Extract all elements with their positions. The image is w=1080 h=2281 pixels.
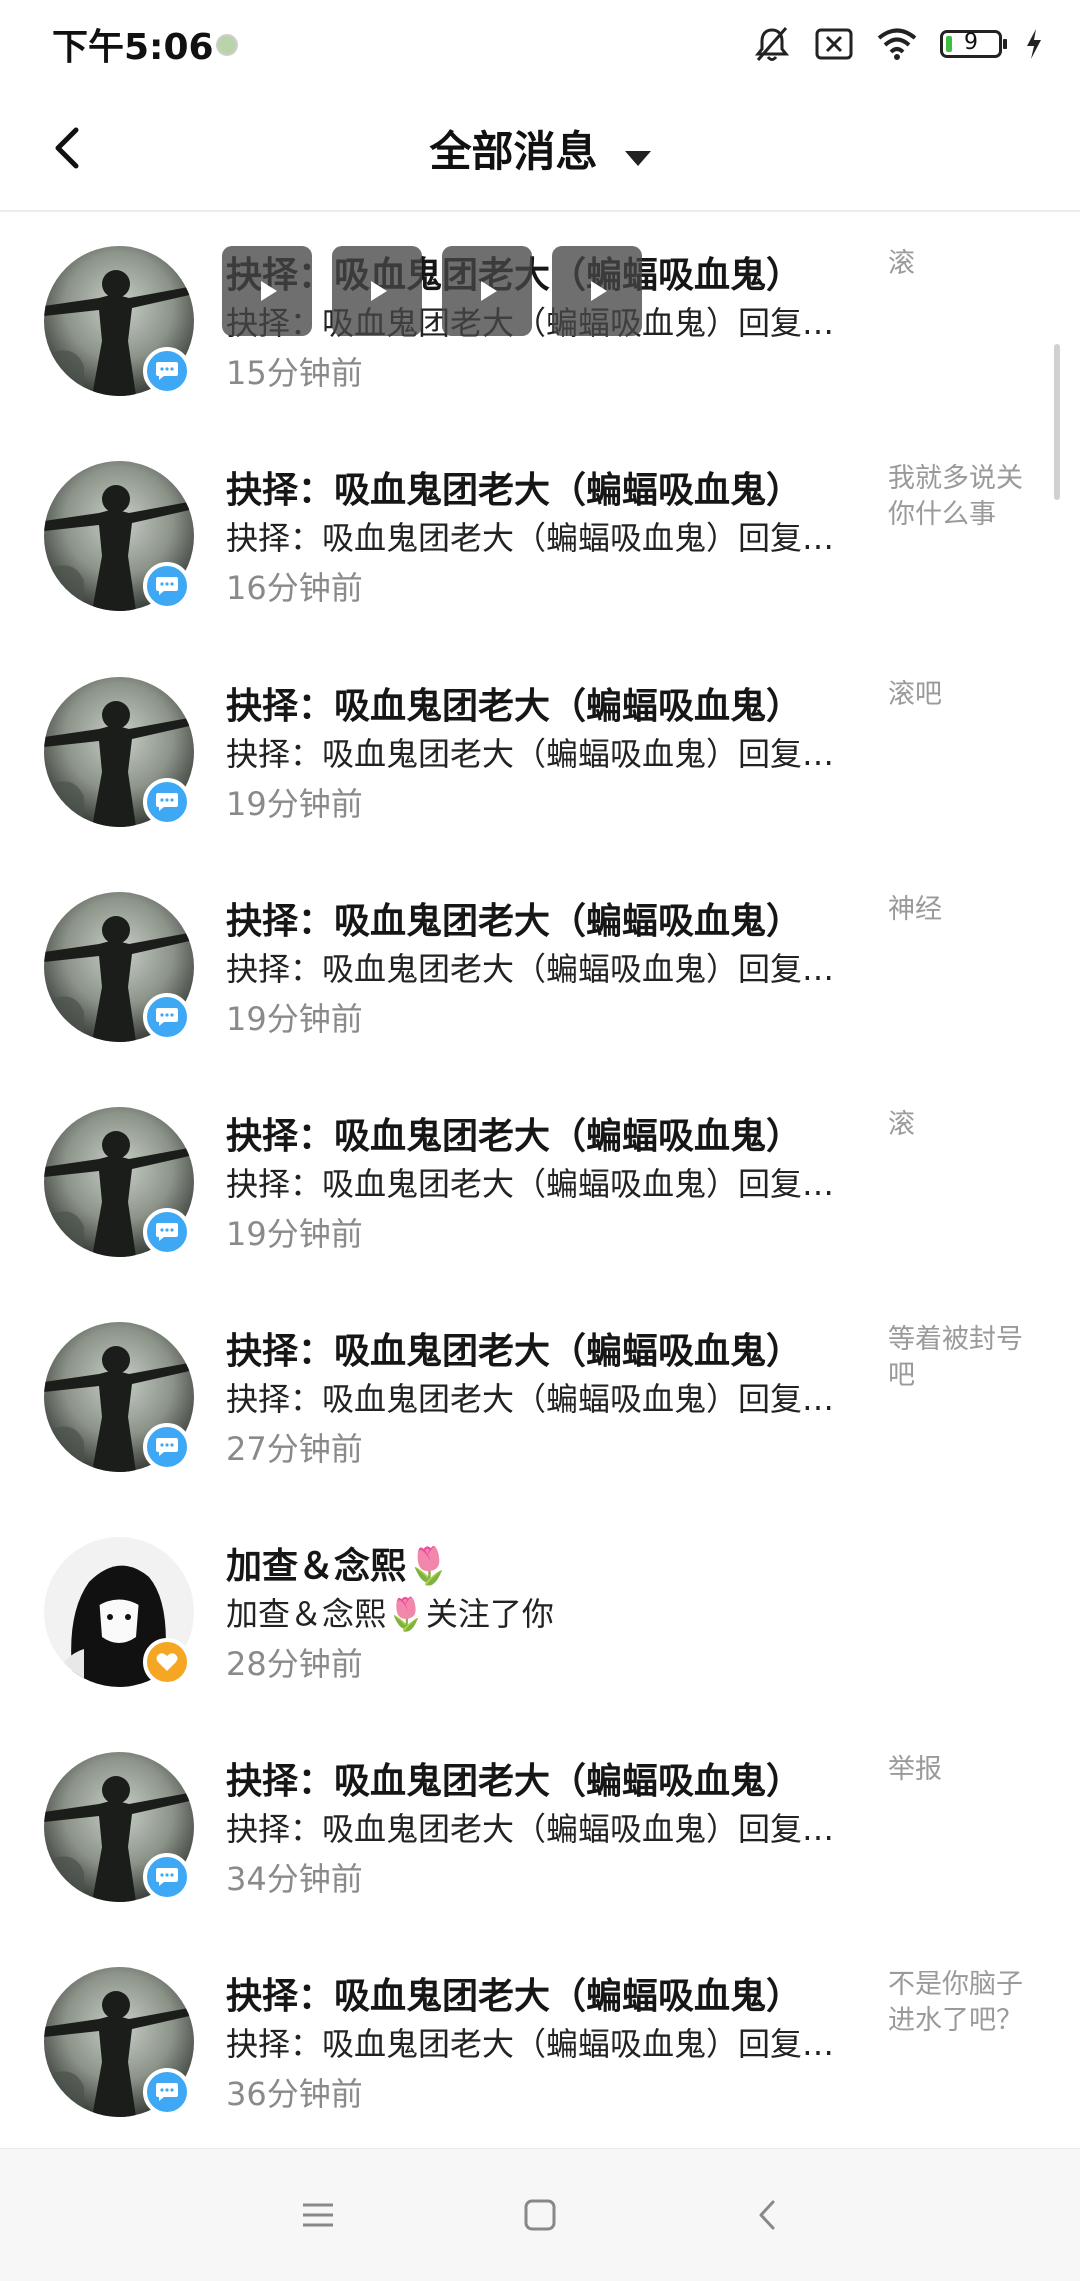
charging-icon — [1024, 27, 1044, 61]
play-icon — [481, 281, 497, 301]
back-chevron-icon — [759, 2200, 775, 2230]
page-title: 全部消息 — [429, 127, 598, 176]
message-description: 抉择：吸血鬼团老大（蝙蝠吸血鬼）回复了你的评论 — [226, 1810, 838, 1848]
sender-name[interactable]: 抉择：吸血鬼团老大（蝙蝠吸血鬼） — [226, 677, 802, 729]
reply-preview[interactable]: 我就多说关你什么事 — [888, 461, 1048, 533]
message-description: 加查＆念熙🌷关注了你 — [226, 1595, 554, 1633]
video-thumbnail[interactable] — [332, 246, 422, 336]
message-row[interactable]: 抉择：吸血鬼团老大（蝙蝠吸血鬼） 抉择：吸血鬼团老大（蝙蝠吸血鬼）回复了你的评论 3… — [0, 1718, 1080, 1933]
message-description: 抉择：吸血鬼团老大（蝙蝠吸血鬼）回复了你的评论 — [226, 2025, 838, 2063]
menu-icon — [303, 2203, 333, 2227]
message-time: 15分钟前 — [226, 354, 363, 392]
play-icon — [591, 281, 607, 301]
message-time: 19分钟前 — [226, 1000, 363, 1038]
reply-preview[interactable]: 滚 — [888, 246, 1048, 282]
silent-icon — [752, 24, 792, 64]
comment-badge-chat-icon — [143, 778, 191, 826]
message-description: 抉择：吸血鬼团老大（蝙蝠吸血鬼）回复了你的评论 — [226, 1165, 838, 1203]
message-row[interactable]: 抉择：吸血鬼团老大（蝙蝠吸血鬼） 抉择：吸血鬼团老大（蝙蝠吸血鬼）回复了你的评论 2… — [0, 1288, 1080, 1503]
message-row[interactable]: 抉择：吸血鬼团老大（蝙蝠吸血鬼） 抉择：吸血鬼团老大（蝙蝠吸血鬼）回复了你的评论 1… — [0, 427, 1080, 643]
message-row[interactable]: 抉择：吸血鬼团老大（蝙蝠吸血鬼） 抉择：吸血鬼团老大（蝙蝠吸血鬼）回复了你的评论 1… — [0, 643, 1080, 858]
status-icons: 9 — [752, 22, 1044, 66]
battery-icon: 9 — [940, 30, 1007, 58]
sender-name[interactable]: 抉择：吸血鬼团老大（蝙蝠吸血鬼） — [226, 1322, 802, 1374]
message-time: 19分钟前 — [226, 1215, 363, 1253]
notification-dot-icon — [216, 34, 238, 56]
sender-name[interactable]: 加查＆念熙🌷 — [226, 1537, 451, 1589]
header: 全部消息 — [0, 88, 1080, 212]
system-back-button[interactable] — [744, 2191, 792, 2239]
wifi-icon — [876, 27, 918, 61]
reply-preview[interactable]: 滚 — [888, 1107, 1048, 1143]
message-time: 27分钟前 — [226, 1430, 363, 1468]
scrollbar[interactable] — [1054, 344, 1060, 500]
title-dropdown[interactable]: 全部消息 — [0, 118, 1080, 179]
comment-badge-chat-icon — [143, 1853, 191, 1901]
play-icon — [371, 281, 387, 301]
message-description: 抉择：吸血鬼团老大（蝙蝠吸血鬼）回复了你的评论 — [226, 950, 838, 988]
video-thumbnail[interactable] — [222, 246, 312, 336]
home-button[interactable] — [516, 2191, 564, 2239]
sim-off-icon — [814, 27, 854, 61]
reply-preview[interactable]: 滚吧 — [888, 677, 1048, 713]
status-bar: 下午5:06 9 — [0, 0, 1080, 88]
message-time: 16分钟前 — [226, 569, 363, 607]
message-row[interactable]: 加查＆念熙🌷 加查＆念熙🌷关注了你 28分钟前 — [0, 1503, 1080, 1718]
reply-preview[interactable]: 等着被封号吧 — [888, 1322, 1048, 1394]
message-time: 36分钟前 — [226, 2075, 363, 2113]
play-icon — [261, 281, 277, 301]
message-time: 34分钟前 — [226, 1860, 363, 1898]
comment-badge-chat-icon — [143, 1423, 191, 1471]
reply-preview[interactable]: 不是你脑子进水了吧？ — [888, 1967, 1048, 2039]
comment-badge-chat-icon — [143, 347, 191, 395]
message-time: 28分钟前 — [226, 1645, 363, 1683]
message-description: 抉择：吸血鬼团老大（蝙蝠吸血鬼）回复了你的评论 — [226, 1380, 838, 1418]
reply-preview[interactable]: 举报 — [888, 1752, 1048, 1788]
message-description: 抉择：吸血鬼团老大（蝙蝠吸血鬼）回复了你的评论 — [226, 735, 838, 773]
message-time: 19分钟前 — [226, 785, 363, 823]
message-description: 抉择：吸血鬼团老大（蝙蝠吸血鬼）回复了你的评论 — [226, 519, 838, 557]
comment-badge-chat-icon — [143, 1208, 191, 1256]
message-row[interactable]: 抉择：吸血鬼团老大（蝙蝠吸血鬼） 抉择：吸血鬼团老大（蝙蝠吸血鬼）回复了你的评论 3… — [0, 1933, 1080, 2148]
message-row[interactable]: 抉择：吸血鬼团老大（蝙蝠吸血鬼） 抉择：吸血鬼团老大（蝙蝠吸血鬼）回复了你的评论 1… — [0, 858, 1080, 1073]
sender-name[interactable]: 抉择：吸血鬼团老大（蝙蝠吸血鬼） — [226, 892, 802, 944]
sender-name[interactable]: 抉择：吸血鬼团老大（蝙蝠吸血鬼） — [226, 1107, 802, 1159]
navigation-bar — [0, 2148, 1080, 2281]
video-thumbnail[interactable] — [442, 246, 532, 336]
message-row[interactable]: 抉择：吸血鬼团老大（蝙蝠吸血鬼） 抉择：吸血鬼团老大（蝙蝠吸血鬼）回复了你的评论 1… — [0, 1073, 1080, 1288]
menu-button[interactable] — [294, 2191, 342, 2239]
status-time: 下午5:06 — [52, 27, 214, 68]
reply-preview[interactable]: 神经 — [888, 892, 1048, 928]
comment-badge-chat-icon — [143, 2068, 191, 2116]
battery-level: 9 — [964, 30, 978, 55]
sender-name[interactable]: 抉择：吸血鬼团老大（蝙蝠吸血鬼） — [226, 1752, 802, 1804]
sender-name[interactable]: 抉择：吸血鬼团老大（蝙蝠吸血鬼） — [226, 461, 802, 513]
video-thumbnail[interactable] — [552, 246, 642, 336]
caret-down-icon — [624, 151, 651, 166]
follow-badge-heart-icon — [143, 1638, 191, 1686]
home-square-icon — [524, 2199, 556, 2231]
sender-name[interactable]: 抉择：吸血鬼团老大（蝙蝠吸血鬼） — [226, 1967, 802, 2019]
comment-badge-chat-icon — [143, 562, 191, 610]
media-thumbnails — [222, 246, 642, 336]
message-list[interactable]: 抉择：吸血鬼团老大（蝙蝠吸血鬼） 抉择：吸血鬼团老大（蝙蝠吸血鬼）回复了你的评论 1… — [0, 212, 1080, 2148]
comment-badge-chat-icon — [143, 993, 191, 1041]
